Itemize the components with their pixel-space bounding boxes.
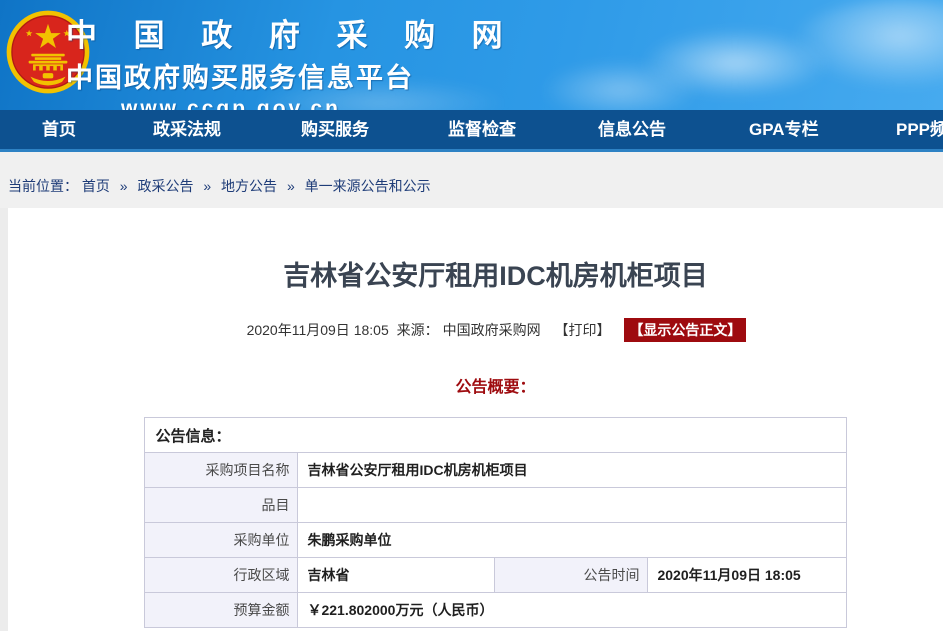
source-name: 中国政府采购网 [443,322,541,338]
breadcrumb-link-procurement-notices[interactable]: 政采公告 [137,178,193,194]
site-logo: 中 国 政 府 采 购 网 中国政府购买服务信息平台 www.ccgp.gov.… [66,10,517,110]
row-label: 品目 [145,488,298,523]
site-header: 中 国 政 府 采 购 网 中国政府购买服务信息平台 www.ccgp.gov.… [0,0,943,110]
content-panel: 吉林省公安厅租用IDC机房机柜项目 2020年11月09日 18:05 来源：中… [8,208,943,631]
page-title: 吉林省公安厅租用IDC机房机柜项目 [8,254,943,293]
nav-item-announcements[interactable]: 信息公告 [598,110,666,149]
row-label: 公告时间 [495,558,648,593]
row-label: 采购单位 [145,523,298,558]
table-row: 采购单位 朱鹏采购单位 [145,523,846,558]
print-button[interactable]: 【打印】 [555,322,611,338]
row-value: 2020年11月09日 18:05 [648,558,846,593]
site-title: 中 国 政 府 采 购 网 [66,10,517,55]
breadcrumb-location-label: 当前位置： [8,178,78,194]
table-row: 采购项目名称 吉林省公安厅租用IDC机房机柜项目 [145,453,846,488]
row-value [298,488,846,523]
breadcrumb-link-single-source[interactable]: 单一来源公告和公示 [305,178,431,194]
show-announcement-body-button[interactable]: 【显示公告正文】 [624,318,746,342]
main-nav: 首页 政采法规 购买服务 监督检查 信息公告 GPA专栏 PPP频道 [0,110,943,152]
row-label: 采购项目名称 [145,453,298,488]
breadcrumb-separator: » [287,178,295,194]
breadcrumb-separator: » [203,178,211,194]
article-meta: 2020年11月09日 18:05 来源：中国政府采购网 【打印】 【显示公告正… [8,318,943,342]
nav-item-purchase-services[interactable]: 购买服务 [301,110,369,149]
table-row-section-header: 公告信息： [145,418,846,453]
breadcrumb: 当前位置： 首页 » 政采公告 » 地方公告 » 单一来源公告和公示 [8,176,431,196]
table-row: 品目 [145,488,846,523]
source-label: 来源： [397,322,439,338]
table-row: 行政区域 吉林省 公告时间 2020年11月09日 18:05 [145,558,846,593]
breadcrumb-link-local-notices[interactable]: 地方公告 [221,178,277,194]
row-label: 预算金额 [145,593,298,628]
table-row: 预算金额 ￥221.802000万元（人民币） [145,593,846,628]
row-label: 行政区域 [145,558,298,593]
breadcrumb-strip: 当前位置： 首页 » 政采公告 » 地方公告 » 单一来源公告和公示 [0,152,943,208]
row-value: 吉林省 [298,558,495,593]
summary-heading: 公告概要： [8,373,943,397]
announcement-info-table: 公告信息： 采购项目名称 吉林省公安厅租用IDC机房机柜项目 品目 采购单位 朱… [144,417,846,628]
section-header-cell: 公告信息： [145,418,846,453]
nav-item-regulations[interactable]: 政采法规 [153,110,221,149]
breadcrumb-separator: » [120,178,128,194]
breadcrumb-link-home[interactable]: 首页 [82,178,110,194]
nav-item-gpa[interactable]: GPA专栏 [749,110,819,149]
publish-datetime: 2020年11月09日 18:05 [247,322,389,338]
nav-item-ppp[interactable]: PPP频道 [896,110,943,149]
site-subtitle: 中国政府购买服务信息平台 [66,56,517,95]
row-value: 朱鹏采购单位 [298,523,846,558]
site-url: www.ccgp.gov.cn [66,97,396,110]
nav-item-home[interactable]: 首页 [42,110,76,149]
nav-item-supervision[interactable]: 监督检查 [448,110,516,149]
row-value: ￥221.802000万元（人民币） [298,593,846,628]
row-value: 吉林省公安厅租用IDC机房机柜项目 [298,453,846,488]
